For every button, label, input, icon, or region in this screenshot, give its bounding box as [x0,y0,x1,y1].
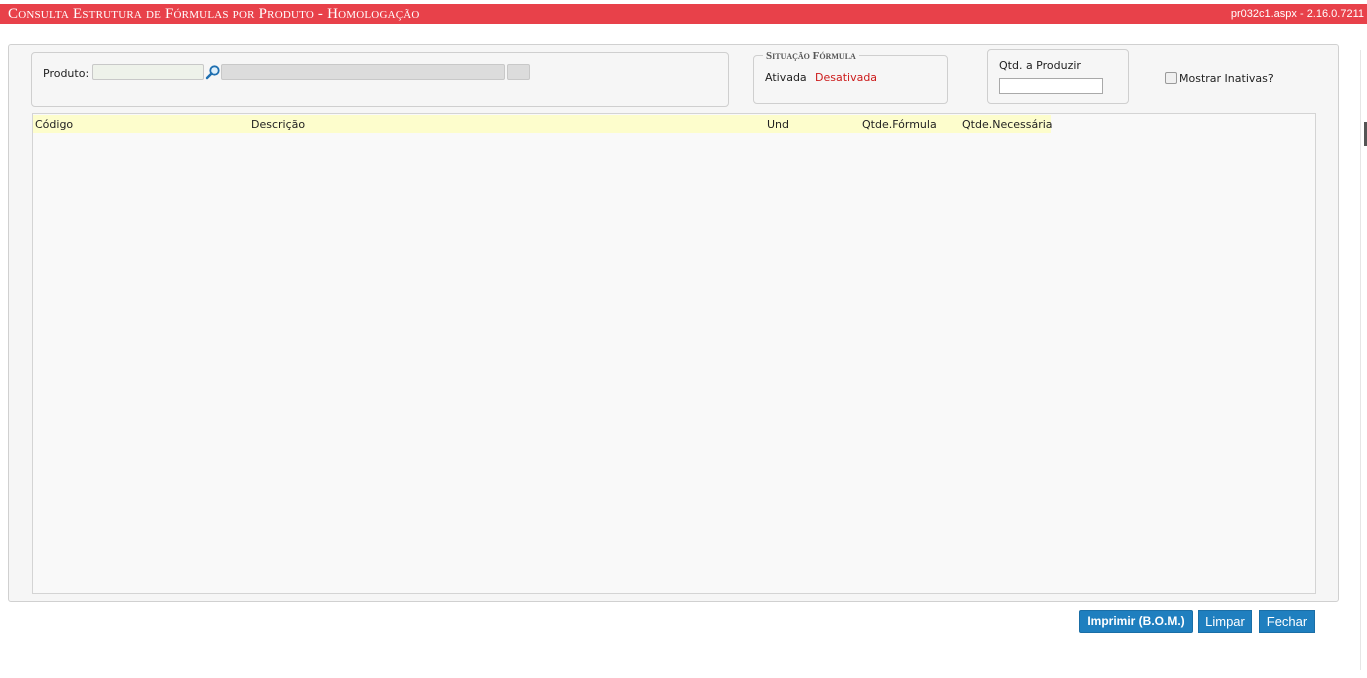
situacao-fieldset: Situação Fórmula Ativada Desativada [753,50,948,104]
results-grid: Código Descrição Und Qtde.Fórmula Qtde.N… [32,113,1316,594]
main-panel: Produto: Situação Fórmula Ativada Desati… [8,44,1339,602]
mostrar-inativas-checkbox[interactable] [1165,72,1177,84]
column-header-descricao[interactable]: Descrição [251,118,305,131]
version-label: pr032c1.aspx - 2.16.0.7211 [1230,8,1364,20]
produto-extra-button[interactable] [507,64,530,80]
produto-description-input [221,64,505,80]
column-header-codigo[interactable]: Código [35,118,73,131]
grid-header: Código Descrição Und Qtde.Fórmula Qtde.N… [33,115,1053,133]
title-bar: Consulta Estrutura de Fórmulas por Produ… [0,4,1367,24]
qtd-input[interactable] [999,78,1103,94]
produto-label: Produto: [43,67,90,80]
search-icon[interactable] [205,64,221,80]
situacao-option-desativada[interactable]: Desativada [815,71,877,84]
limpar-button[interactable]: Limpar [1198,610,1252,633]
mostrar-inativas-label: Mostrar Inativas? [1179,72,1274,85]
column-header-qtde-formula[interactable]: Qtde.Fórmula [862,118,937,131]
page-title: Consulta Estrutura de Fórmulas por Produ… [8,6,420,22]
column-header-und[interactable]: Und [767,118,789,131]
column-header-qtde-necessaria[interactable]: Qtde.Necessária [962,118,1053,131]
produto-fieldset: Produto: [31,52,729,107]
situacao-option-ativada[interactable]: Ativada [765,71,807,84]
qtd-fieldset: Qtd. a Produzir [987,49,1129,104]
fechar-button[interactable]: Fechar [1259,610,1315,633]
qtd-label: Qtd. a Produzir [999,59,1081,72]
produto-code-input[interactable] [92,64,204,80]
situacao-legend: Situação Fórmula [763,50,859,62]
right-divider [1360,50,1361,670]
imprimir-bom-button[interactable]: Imprimir (B.O.M.) [1079,610,1193,633]
